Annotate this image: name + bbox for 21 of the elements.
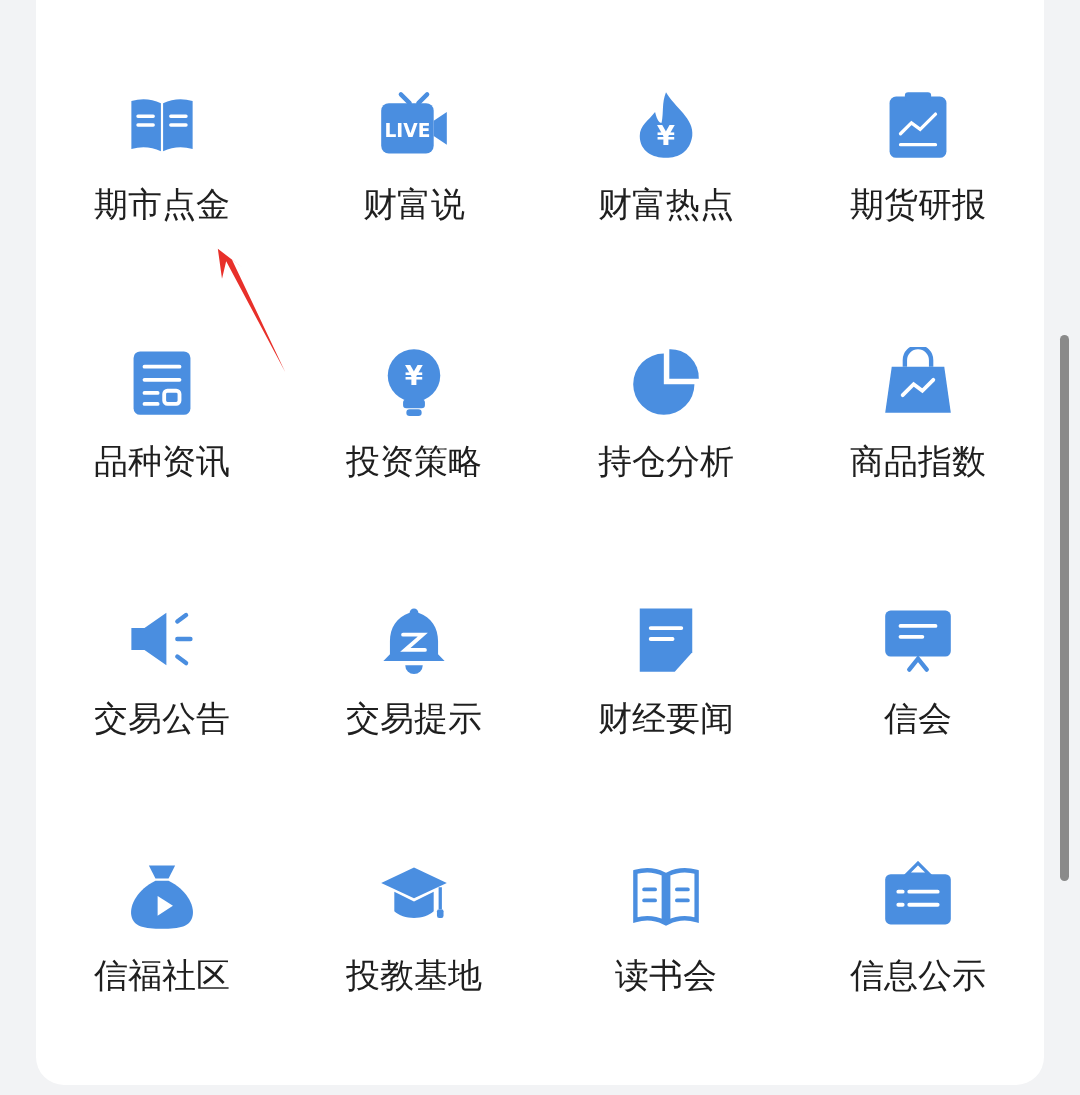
- grid-item-label[interactable]: 投教基地: [346, 957, 482, 993]
- grid-item-label[interactable]: 期市点金: [94, 186, 230, 222]
- icon-label: LIVE: [384, 120, 431, 142]
- grid-item-label[interactable]: 商品指数: [850, 443, 986, 479]
- grid-item-label[interactable]: 期货研报: [850, 186, 986, 222]
- grid-item-label[interactable]: 读书会: [615, 957, 717, 993]
- icon-label: ¥: [404, 361, 424, 392]
- grid-item-label[interactable]: 交易公告: [94, 700, 230, 736]
- grid-item-label[interactable]: 财富热点: [598, 186, 734, 222]
- grid-item-label[interactable]: 财富说: [363, 186, 465, 222]
- grid-item-label[interactable]: 投资策略: [346, 443, 482, 479]
- grid-item-label[interactable]: 财经要闻: [598, 700, 734, 736]
- grid-item-label[interactable]: 信福社区: [94, 957, 230, 993]
- pie-chart-icon[interactable]: [631, 347, 701, 417]
- grid-item-label[interactable]: 持仓分析: [598, 443, 734, 479]
- grid-item-label[interactable]: 信会: [884, 700, 952, 736]
- scrollbar[interactable]: [1060, 335, 1069, 881]
- grid-item-label[interactable]: 信息公示: [850, 957, 986, 993]
- grid-item-label[interactable]: 交易提示: [346, 700, 482, 736]
- grid-item-label[interactable]: 品种资讯: [94, 443, 230, 479]
- icon-label: ¥: [656, 120, 676, 151]
